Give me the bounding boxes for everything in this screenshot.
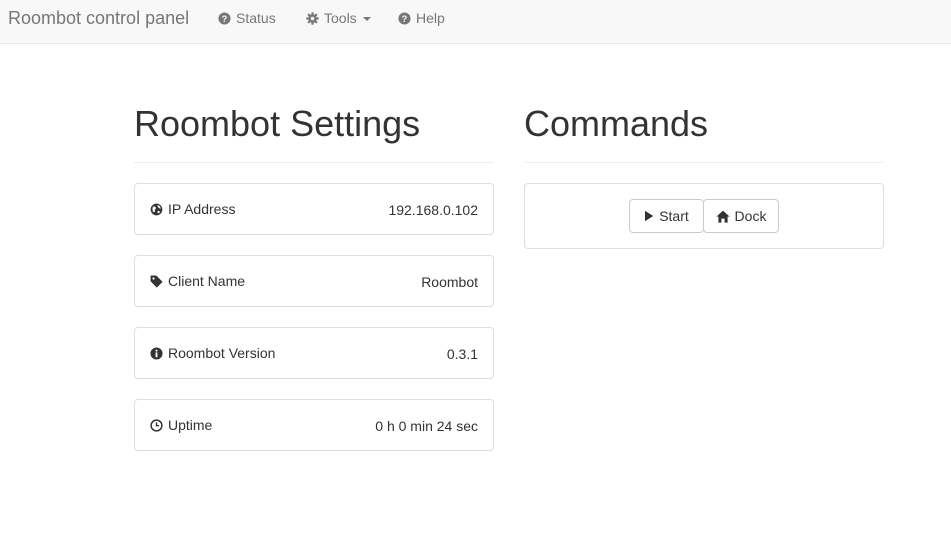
nav-help-label: Help [416,10,445,26]
home-icon [715,210,730,223]
tag-icon [150,275,163,287]
info-circle-icon [150,346,163,360]
setting-roombot-version-label: Roombot Version [168,345,276,361]
setting-client-name-label: Client Name [168,273,246,289]
dock-button-label: Dock [734,208,767,224]
nav-help[interactable]: ? Help [398,10,445,26]
setting-uptime-label: Uptime [168,417,213,433]
clock-icon [150,418,163,432]
navbar: Roombot control panel ? Status Tools ? H… [0,0,951,44]
settings-title: Roombot Settings [134,103,421,144]
question-circle-icon: ? [398,11,411,25]
brand-link[interactable]: Roombot control panel [8,8,189,28]
setting-client-name-value: Roombot [421,274,478,290]
commands-panel: Start Dock [524,183,884,249]
svg-text:?: ? [402,13,408,23]
setting-ip-address-value: 192.168.0.102 [388,202,478,218]
gear-icon [306,11,319,25]
start-button-label: Start [659,208,689,224]
nav-tools-dropdown[interactable]: Tools [306,10,371,26]
setting-roombot-version-value: 0.3.1 [446,346,478,362]
commands-title: Commands [524,103,709,144]
setting-uptime: Uptime 0 h 0 min 24 sec [134,399,494,451]
nav-status-label: Status [236,10,276,26]
svg-text:?: ? [222,13,228,23]
setting-roombot-version: Roombot Version 0.3.1 [134,327,494,379]
setting-ip-address: IP Address 192.168.0.102 [134,183,494,235]
dock-button[interactable]: Dock [703,199,779,233]
commands-divider [524,162,884,163]
question-circle-icon: ? [218,11,231,25]
start-button[interactable]: Start [629,199,704,233]
globe-icon [150,203,163,215]
setting-client-name: Client Name Roombot [134,255,494,307]
play-icon [645,210,654,222]
setting-ip-address-label: IP Address [168,201,236,217]
settings-divider [134,162,494,163]
nav-tools-label: Tools [324,10,357,26]
caret-down-icon [362,16,371,21]
setting-uptime-value: 0 h 0 min 24 sec [375,418,478,434]
nav-status[interactable]: ? Status [218,10,276,26]
